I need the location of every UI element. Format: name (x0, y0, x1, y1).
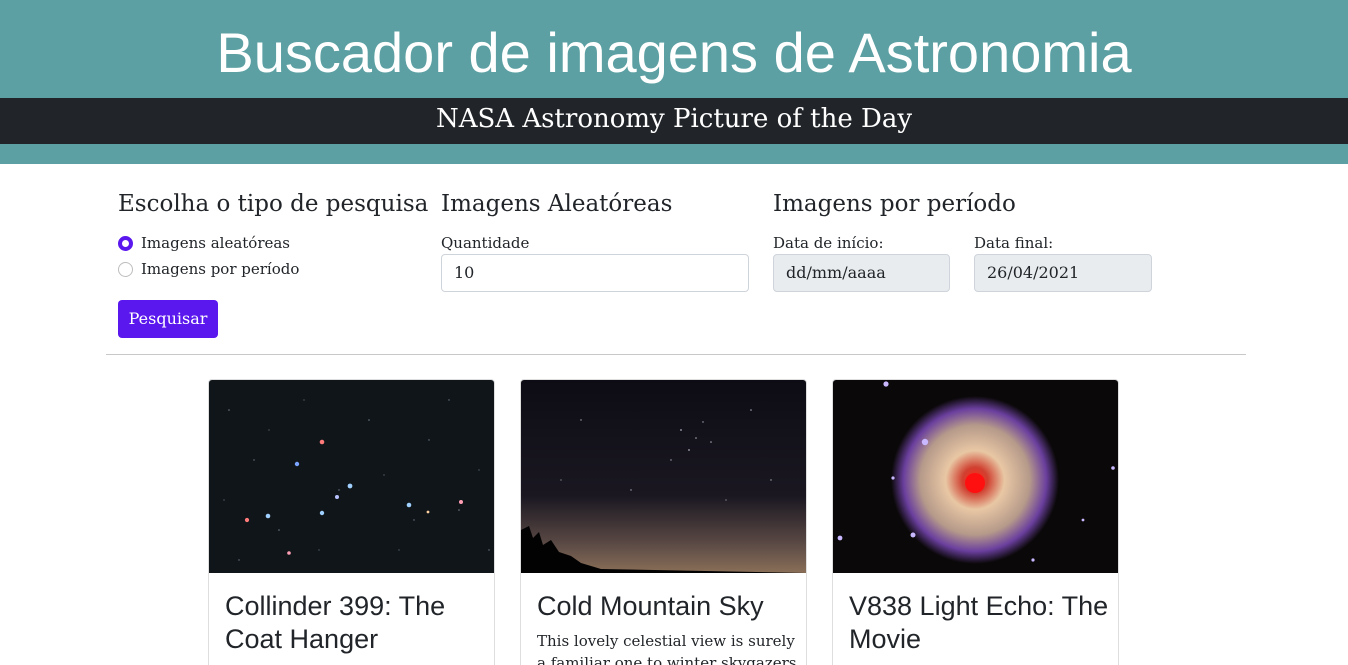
end-date-label: Data final: (974, 234, 1054, 252)
section-divider (106, 354, 1246, 355)
page-subtitle: NASA Astronomy Picture of the Day (435, 104, 913, 134)
card-title: V838 Light Echo: The Movie (849, 591, 1109, 654)
page-title: Buscador de imagens de Astronomia (216, 21, 1132, 84)
image-card[interactable]: V838 Light Echo: The Movie (832, 379, 1119, 665)
image-card[interactable]: Collinder 399: The Coat Hanger (208, 379, 495, 665)
image-card[interactable]: Cold Mountain Sky This lovely celestial … (520, 379, 807, 665)
card-image-v838[interactable] (833, 380, 1119, 573)
start-date-label: Data de início: (773, 234, 884, 252)
search-button[interactable]: Pesquisar (118, 300, 218, 338)
card-title: Cold Mountain Sky (537, 591, 764, 621)
radio-random-indicator[interactable] (118, 235, 133, 251)
random-images-heading: Imagens Aleatóreas (441, 191, 673, 217)
card-image-collinder[interactable] (209, 380, 495, 573)
radio-period-images[interactable]: Imagens por período (118, 260, 299, 278)
radio-random-label: Imagens aleatóreas (141, 234, 291, 252)
page-header: Buscador de imagens de Astronomia NASA A… (0, 0, 1348, 164)
card-title: Collinder 399: The Coat Hanger (225, 591, 446, 654)
subtitle-bar: NASA Astronomy Picture of the Day (0, 98, 1348, 144)
card-description: This lovely celestial view is surely a f… (537, 632, 797, 665)
card-image-cold-mountain[interactable] (521, 380, 807, 573)
period-images-heading: Imagens por período (773, 191, 1016, 217)
search-type-heading: Escolha o tipo de pesquisa (118, 191, 429, 217)
quantity-input[interactable]: 10 (441, 254, 749, 292)
radio-period-indicator[interactable] (118, 261, 133, 277)
quantity-label: Quantidade (441, 234, 530, 252)
end-date-input[interactable]: 26/04/2021 (974, 254, 1152, 292)
start-date-input[interactable]: dd/mm/aaaa (773, 254, 950, 292)
radio-random-images[interactable]: Imagens aleatóreas (118, 234, 290, 252)
radio-period-label: Imagens por período (141, 260, 300, 278)
